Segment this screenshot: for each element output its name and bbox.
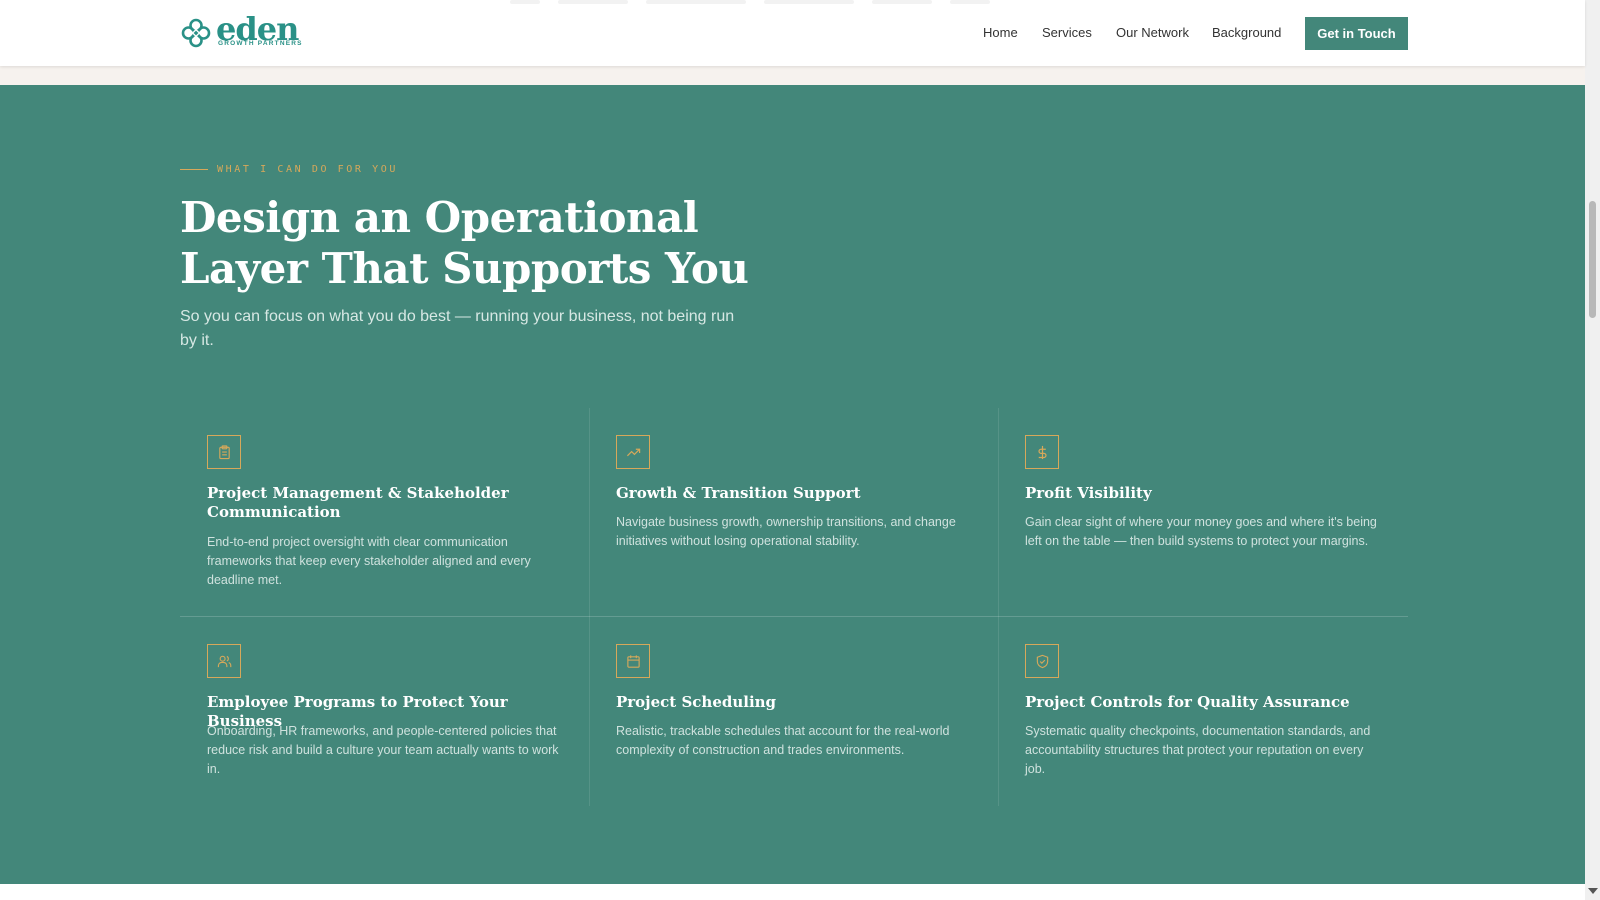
eyebrow-label: WHAT I CAN DO FOR YOU [217,164,399,175]
service-card: Project Management & Stakeholder Communi… [180,408,589,608]
service-card-title: Project Management & Stakeholder Communi… [207,484,509,521]
header-spacer-strip [0,66,1585,85]
nav-link-services[interactable]: Services [1042,25,1092,40]
service-card: Project Controls for Quality Assurance S… [998,617,1407,817]
service-card-title: Project Scheduling [616,693,777,711]
shield-check-icon [1025,644,1059,678]
page-scrollbar[interactable] [1585,0,1600,900]
service-card: Employee Programs to Protect Your Busine… [180,617,589,817]
service-card-description: End-to-end project oversight with clear … [207,535,531,587]
section-subtitle: So you can focus on what you do best — r… [180,308,735,349]
service-card-description: Realistic, trackable schedules that acco… [616,724,950,757]
dollar-icon [1025,435,1059,469]
scrollbar-thumb[interactable] [1589,201,1596,318]
service-card-title: Project Controls for Quality Assurance [1025,693,1350,711]
clipboard-icon [207,435,241,469]
services-grid: Project Management & Stakeholder Communi… [180,408,1408,806]
service-card-title: Profit Visibility [1025,484,1152,502]
service-card: Profit Visibility Gain clear sight of wh… [998,408,1407,608]
service-card-description: Gain clear sight of where your money goe… [1025,515,1377,548]
service-card-description: Navigate business growth, ownership tran… [616,515,956,548]
trending-up-icon [616,435,650,469]
nav-link-home[interactable]: Home [983,25,1018,40]
get-in-touch-button[interactable]: Get in Touch [1305,17,1408,50]
service-card-title: Growth & Transition Support [616,484,861,502]
service-card-description: Systematic quality checkpoints, document… [1025,724,1371,776]
eyebrow-divider [180,169,208,170]
nav-link-our-network[interactable]: Our Network [1116,25,1189,40]
service-card-description: Onboarding, HR frameworks, and people-ce… [207,724,559,776]
nav-link-background[interactable]: Background [1212,25,1281,40]
users-icon [207,644,241,678]
scroll-down-arrow-icon[interactable] [1588,888,1598,894]
service-card: Growth & Transition Support Navigate bus… [589,408,998,608]
section-eyebrow: WHAT I CAN DO FOR YOU [180,164,398,175]
next-section-edge [0,884,1585,900]
site-header: eden GROWTH PARTNERS Home Services Our N… [0,0,1585,66]
service-card: Project Scheduling Realistic, trackable … [589,617,998,817]
section-title: Design an Operational Layer That Support… [180,193,749,293]
calendar-icon [616,644,650,678]
